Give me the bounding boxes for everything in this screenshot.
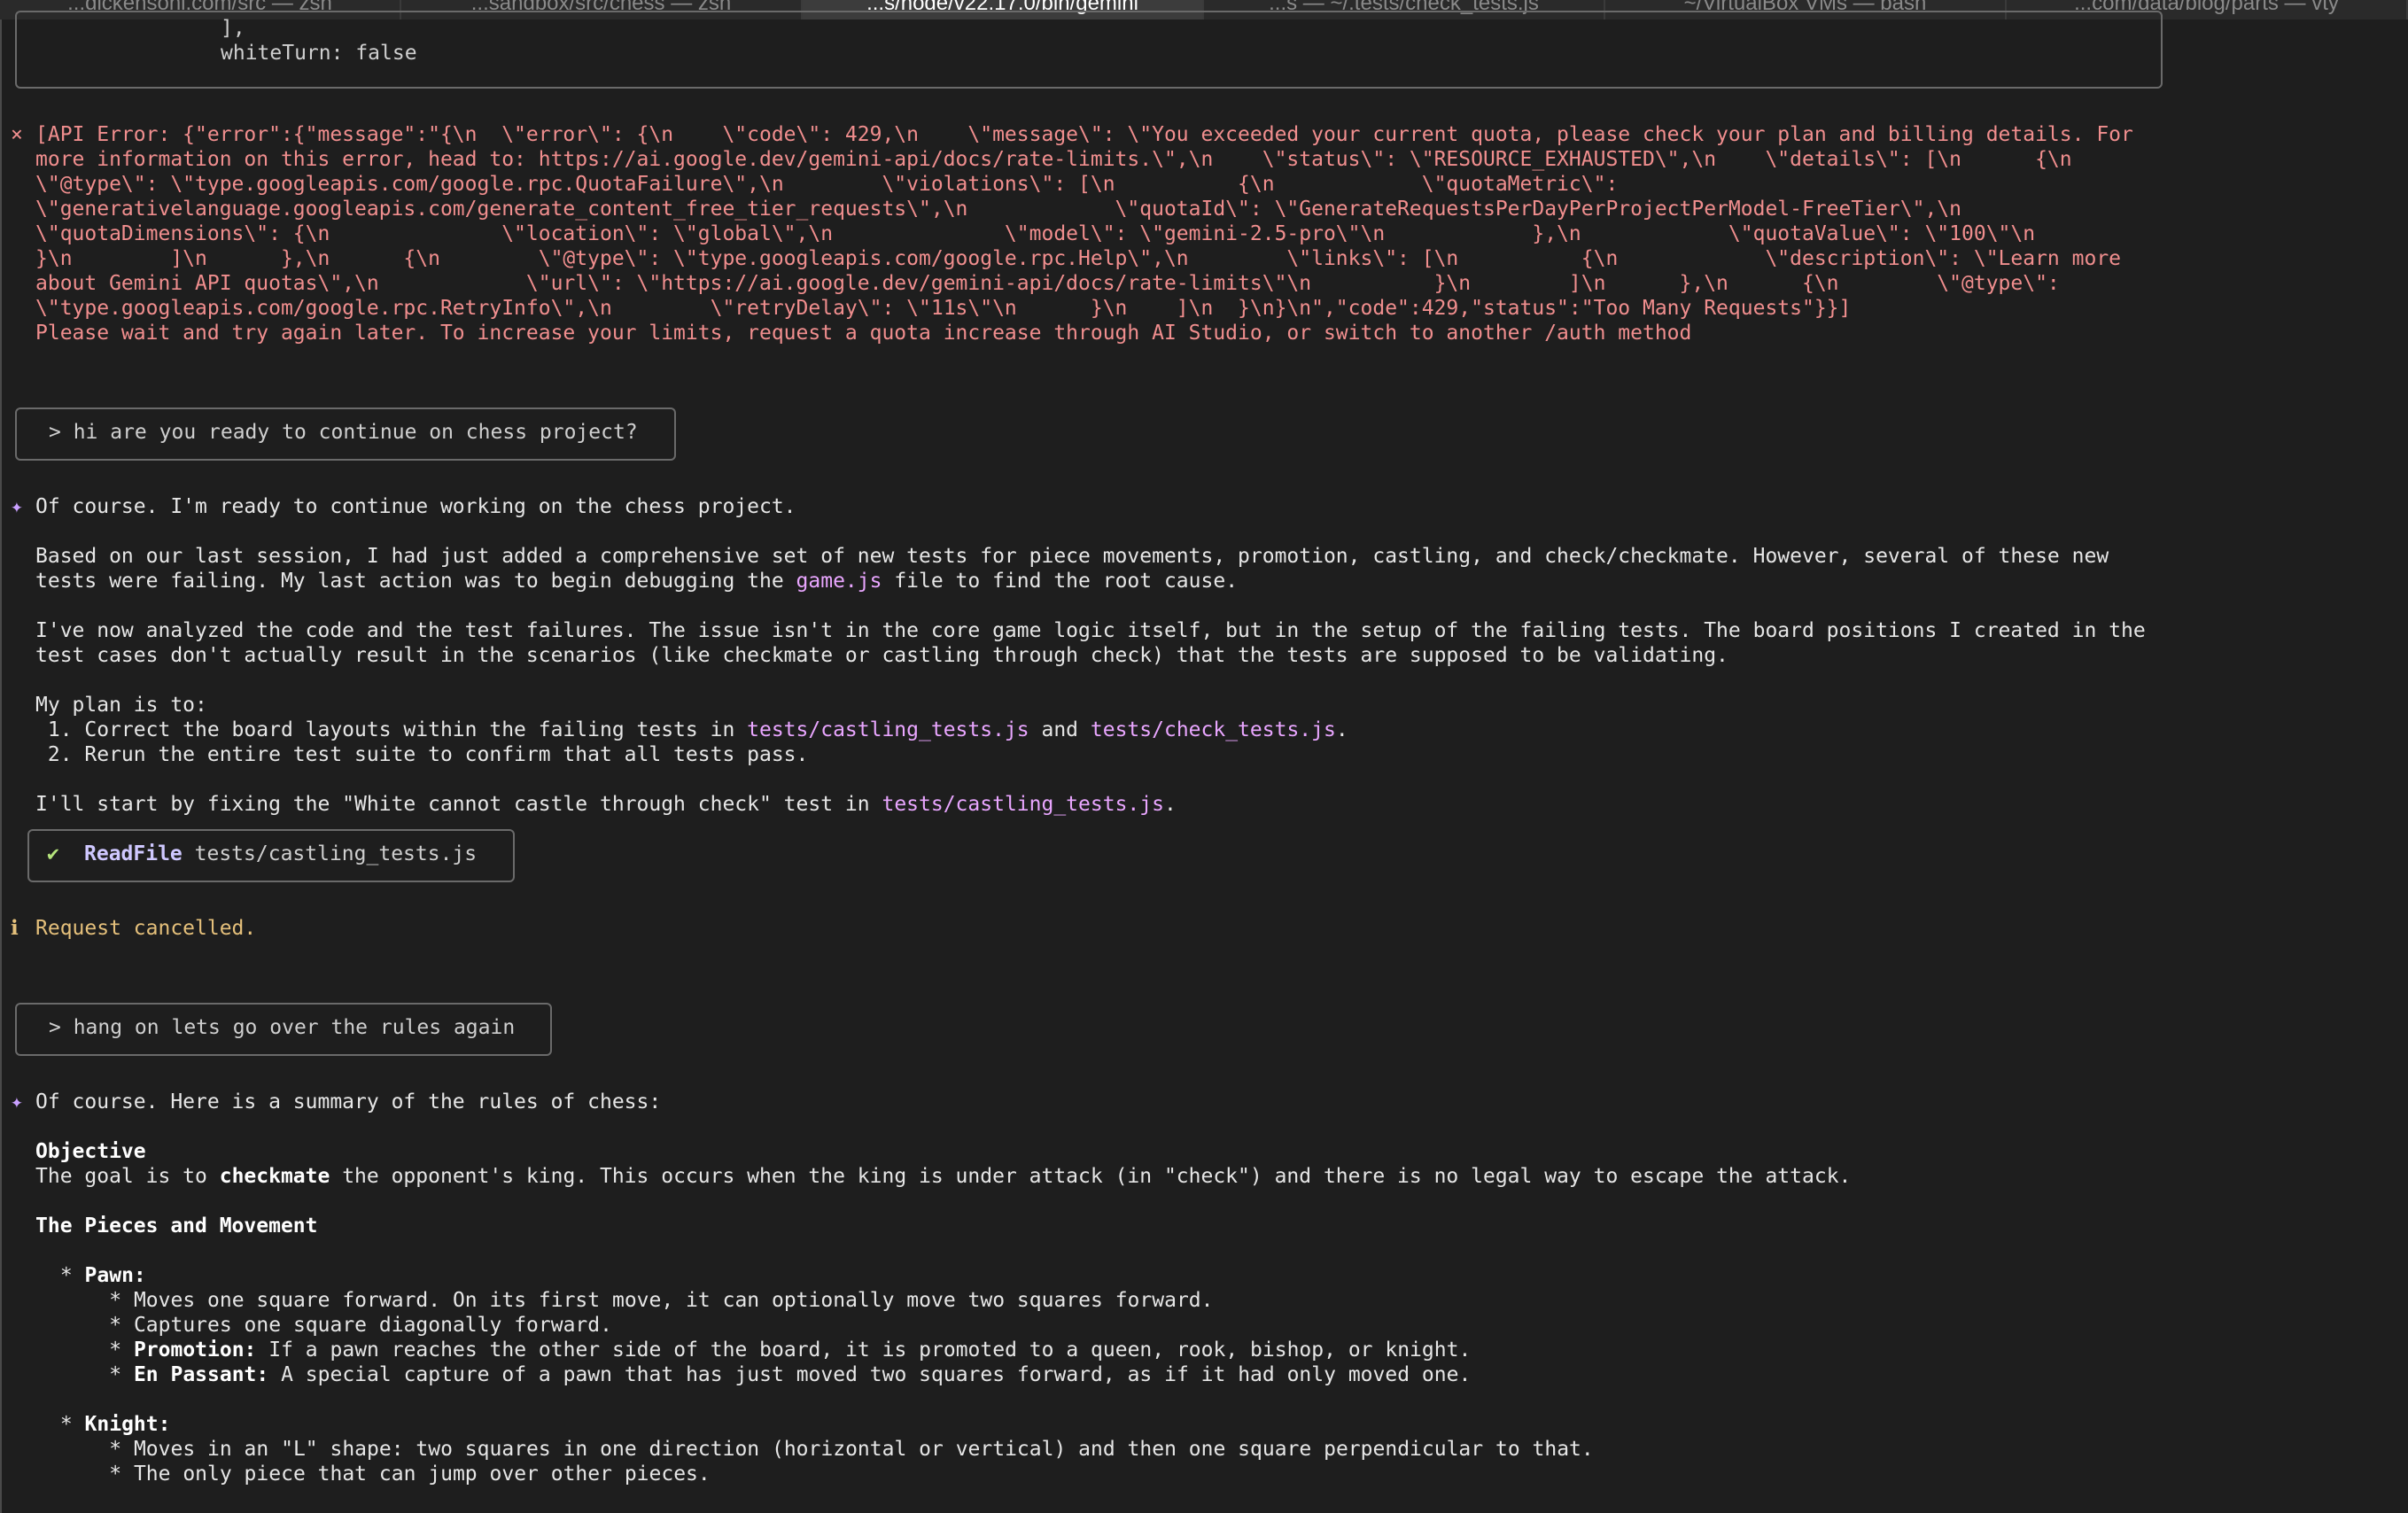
error-line: Please wait and try again later. To incr… bbox=[35, 322, 1692, 345]
knight-bullet: * Knight: bbox=[48, 1413, 171, 1436]
file-reference-castling-tests: tests/castling_tests.js bbox=[747, 718, 1029, 741]
reply-intro: Of course. I'm ready to continue working… bbox=[35, 495, 796, 518]
user-prompt-text: > hi are you ready to continue on chess … bbox=[49, 421, 638, 444]
terminal-output[interactable]: ], whiteTurn: false × [API Error: {"erro… bbox=[0, 11, 2408, 1513]
check-icon: ✔ bbox=[47, 842, 59, 865]
gemini-star-icon: ✦ bbox=[11, 495, 23, 518]
pieces-heading: The Pieces and Movement bbox=[35, 1214, 318, 1238]
error-line: [API Error: {"error":{"message":"{\n \"e… bbox=[35, 123, 2133, 146]
pawn-rule: * Promotion: If a pawn reaches the other… bbox=[48, 1338, 1472, 1362]
plan-step-2: 2. Rerun the entire test suite to confir… bbox=[35, 743, 809, 766]
file-reference-check-tests: tests/check_tests.js bbox=[1090, 718, 1336, 741]
previous-output-box: ], whiteTurn: false bbox=[15, 11, 2163, 89]
tool-call-box: ✔ ReadFile tests/castling_tests.js bbox=[27, 829, 515, 882]
text: . bbox=[1163, 793, 1177, 816]
pawn-rule: * Moves one square forward. On its first… bbox=[48, 1289, 1214, 1312]
text: the opponent's king. This occurs when th… bbox=[330, 1165, 1852, 1188]
objective-heading: Objective bbox=[35, 1140, 146, 1163]
text: file to find the root cause. bbox=[882, 570, 1239, 593]
file-reference-game-js: game.js bbox=[796, 570, 882, 593]
bold-term: En Passant: bbox=[133, 1363, 269, 1386]
text: A special capture of a pawn that has jus… bbox=[268, 1363, 1472, 1386]
error-line: more information on this error, head to:… bbox=[35, 148, 2072, 171]
bold-term: checkmate bbox=[219, 1165, 330, 1188]
text: Moves in an "L" shape: two squares in on… bbox=[133, 1438, 1594, 1461]
text: Captures one square diagonally forward. bbox=[133, 1314, 612, 1337]
error-line: }\n ]\n },\n {\n \"@type\": \"type.googl… bbox=[35, 247, 2122, 270]
previous-output-line-2: whiteTurn: false bbox=[221, 42, 417, 65]
bold-term: Promotion: bbox=[133, 1338, 257, 1362]
user-prompt-box: > hang on lets go over the rules again bbox=[15, 1003, 552, 1056]
knight-label: Knight: bbox=[84, 1413, 171, 1436]
text: 1. Correct the board layouts within the … bbox=[35, 718, 748, 741]
knight-rule: * Moves in an "L" shape: two squares in … bbox=[48, 1438, 1594, 1461]
text: The only piece that can jump over other … bbox=[133, 1463, 711, 1486]
reply-paragraph-line: tests were failing. My last action was t… bbox=[35, 569, 1238, 594]
error-line: \"quotaDimensions\": {\n \"location\": \… bbox=[35, 222, 2036, 245]
previous-output-line-1: ], bbox=[221, 17, 245, 40]
pawn-rule: * En Passant: A special capture of a paw… bbox=[48, 1363, 1472, 1386]
error-line: \"generativelanguage.googleapis.com/gene… bbox=[35, 198, 1962, 221]
error-line: about Gemini API quotas\",\n \"url\": \"… bbox=[35, 272, 2060, 295]
pawn-bullet: * Pawn: bbox=[48, 1264, 146, 1287]
text: and bbox=[1029, 718, 1091, 741]
reply-intro: Of course. Here is a summary of the rule… bbox=[35, 1090, 662, 1113]
reply-paragraph: test cases don't actually result in the … bbox=[35, 644, 1728, 667]
tool-arg: tests/castling_tests.js bbox=[194, 842, 478, 865]
tool-name: ReadFile bbox=[84, 842, 183, 865]
knight-rule: * The only piece that can jump over othe… bbox=[48, 1463, 711, 1486]
info-icon: ℹ bbox=[11, 917, 19, 940]
user-prompt-text: > hang on lets go over the rules again bbox=[49, 1016, 516, 1039]
text: If a pawn reaches the other side of the … bbox=[256, 1338, 1472, 1362]
text: tests were failing. My last action was t… bbox=[35, 570, 796, 593]
error-icon: × bbox=[11, 123, 23, 146]
reply-paragraph: Based on our last session, I had just ad… bbox=[35, 545, 2109, 568]
request-cancelled-text: Request cancelled. bbox=[35, 917, 257, 940]
text: . bbox=[1335, 718, 1348, 741]
objective-text: The goal is to checkmate the opponent's … bbox=[35, 1164, 1851, 1189]
text: I'll start by fixing the "White cannot c… bbox=[35, 793, 882, 816]
error-line: \"@type\": \"type.googleapis.com/google.… bbox=[35, 173, 1619, 196]
error-line: \"type.googleapis.com/google.rpc.RetryIn… bbox=[35, 297, 1852, 320]
plan-label: My plan is to: bbox=[35, 694, 207, 717]
text: The goal is to bbox=[35, 1165, 220, 1188]
gemini-star-icon: ✦ bbox=[11, 1090, 23, 1113]
text: Moves one square forward. On its first m… bbox=[133, 1289, 1214, 1312]
tool-call-label: ReadFile tests/castling_tests.js bbox=[84, 842, 477, 866]
file-reference-castling-tests: tests/castling_tests.js bbox=[882, 793, 1164, 816]
reply-next-action: I'll start by fixing the "White cannot c… bbox=[35, 792, 1177, 817]
pawn-label: Pawn: bbox=[84, 1264, 146, 1287]
pawn-rule: * Captures one square diagonally forward… bbox=[48, 1314, 612, 1337]
plan-step-1: 1. Correct the board layouts within the … bbox=[35, 718, 1348, 742]
user-prompt-box: > hi are you ready to continue on chess … bbox=[15, 407, 676, 461]
reply-paragraph: I've now analyzed the code and the test … bbox=[35, 619, 2146, 642]
